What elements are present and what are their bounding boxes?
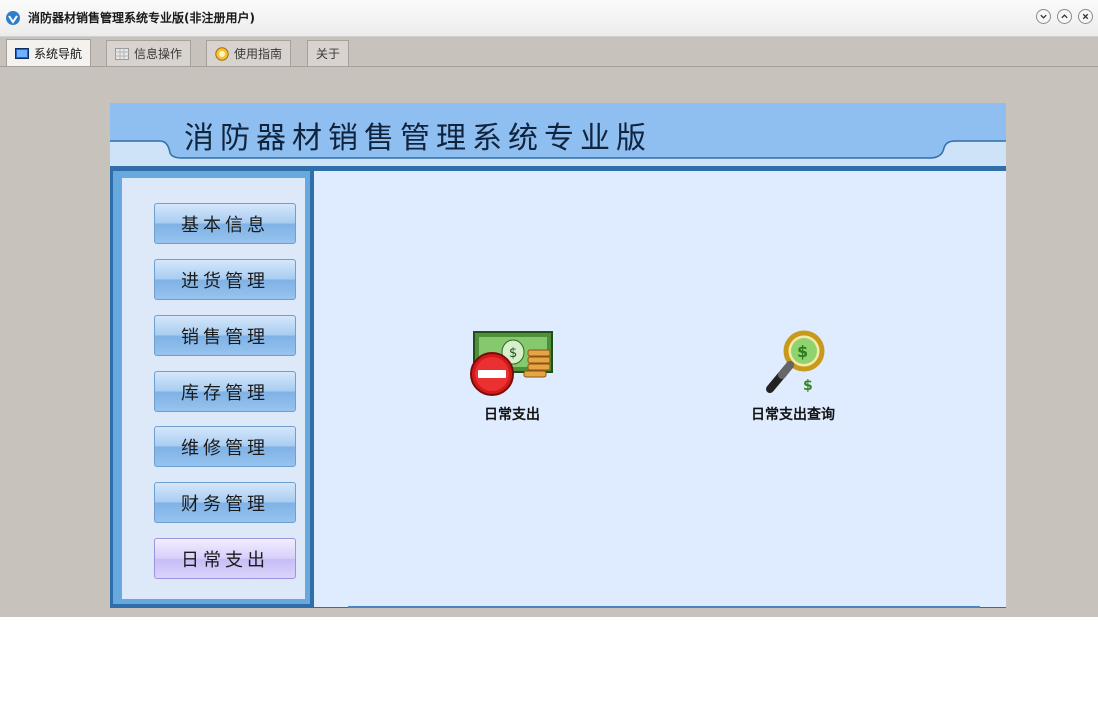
banner: 消防器材销售管理系统专业版 — [110, 103, 1006, 168]
svg-text:$: $ — [509, 346, 517, 361]
svg-text:$: $ — [803, 378, 813, 394]
tab-info-operation[interactable]: 信息操作 — [106, 40, 192, 66]
svg-text:$: $ — [797, 342, 808, 361]
app-logo-icon — [6, 11, 20, 25]
tab-user-guide[interactable]: 使用指南 — [206, 40, 292, 66]
daily-expense-query-button[interactable]: $ $ 日常支出查询 — [748, 327, 838, 424]
title-bar: 消防器材销售管理系统专业版(非注册用户) — [0, 0, 1098, 37]
action-label: 日常支出查询 — [751, 407, 835, 423]
sidebar-item-finance[interactable]: 财务管理 — [154, 482, 296, 523]
main-panel: $ 日常支出 $ $ 日常支出查询 — [314, 171, 1006, 607]
money-search-icon: $ $ — [766, 330, 825, 394]
tab-label: 信息操作 — [134, 47, 183, 61]
daily-expense-button[interactable]: $ 日常支出 — [466, 328, 558, 424]
tab-label: 使用指南 — [234, 47, 283, 61]
tab-label: 系统导航 — [34, 47, 83, 61]
tab-system-navigation[interactable]: 系统导航 — [6, 39, 92, 67]
tab-label: 关于 — [316, 47, 341, 61]
close-icon[interactable] — [1078, 9, 1093, 24]
sidebar-item-inventory[interactable]: 库存管理 — [154, 371, 296, 412]
window-title: 消防器材销售管理系统专业版(非注册用户) — [28, 11, 255, 25]
body-frame: 基本信息 进货管理 销售管理 库存管理 维修管理 财务管理 日常支出 $ 日常支… — [110, 168, 1006, 608]
sidebar-item-sales[interactable]: 销售管理 — [154, 315, 296, 356]
help-icon — [215, 46, 229, 61]
sidebar-item-daily-expense[interactable]: 日常支出 — [154, 538, 296, 579]
sidebar: 基本信息 进货管理 销售管理 库存管理 维修管理 财务管理 日常支出 — [113, 171, 310, 604]
tab-strip: 系统导航 信息操作 使用指南 关于 — [0, 37, 1098, 67]
navigation-panel: 消防器材销售管理系统专业版 基本信息 进货管理 销售管理 库存管理 维修管理 财… — [110, 103, 1006, 608]
sidebar-item-purchase[interactable]: 进货管理 — [154, 259, 296, 300]
monitor-icon — [15, 47, 29, 59]
sidebar-item-repair[interactable]: 维修管理 — [154, 426, 296, 467]
grid-icon — [115, 47, 129, 60]
sidebar-inner: 基本信息 进货管理 销售管理 库存管理 维修管理 财务管理 日常支出 — [122, 178, 305, 599]
bottom-accent — [348, 606, 980, 608]
expense-money-icon: $ — [470, 331, 553, 396]
banner-title: 消防器材销售管理系统专业版 — [184, 121, 652, 156]
action-label: 日常支出 — [484, 407, 540, 423]
maximize-icon[interactable] — [1057, 9, 1072, 24]
minimize-icon[interactable] — [1036, 9, 1051, 24]
sidebar-item-basic-info[interactable]: 基本信息 — [154, 203, 296, 244]
tab-about[interactable]: 关于 — [307, 40, 350, 66]
